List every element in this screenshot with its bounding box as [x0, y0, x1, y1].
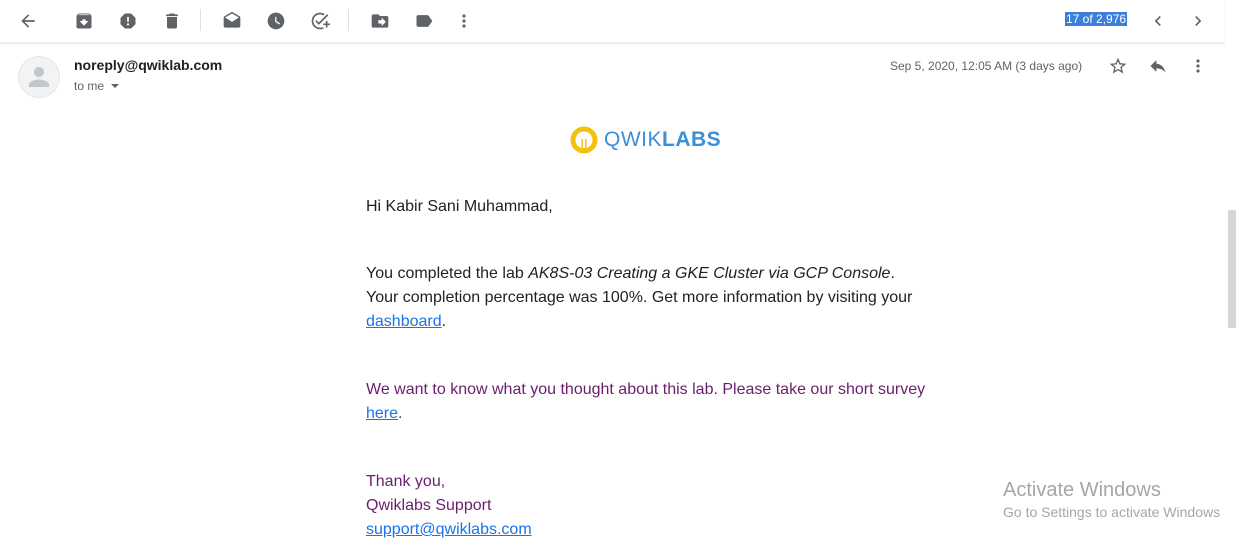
logo-text-bold: LABS [662, 128, 722, 151]
more-vert-icon [1196, 59, 1200, 73]
dashboard-link[interactable]: dashboard [366, 313, 442, 330]
older-button[interactable] [1180, 3, 1216, 39]
person-icon [29, 67, 49, 87]
add-to-tasks-button[interactable] [302, 3, 338, 39]
toolbar-divider [348, 9, 349, 31]
report-spam-button[interactable] [110, 3, 146, 39]
recipient-details-toggle[interactable]: to me [74, 79, 120, 93]
newer-button[interactable] [1140, 3, 1176, 39]
survey-link[interactable]: here [366, 405, 398, 422]
labels-button[interactable] [406, 3, 442, 39]
reply-icon [1150, 60, 1166, 73]
chevron-left-icon [1154, 16, 1161, 26]
signoff: Thank you, Qwiklabs Support support@qwik… [366, 470, 926, 542]
caret-down-icon [111, 84, 120, 88]
vertical-scrollbar[interactable] [1228, 210, 1236, 328]
message-toolbar: 17 of 2,976 [0, 0, 1224, 43]
lab-name: AK8S-03 Creating a GKE Cluster via GCP C… [528, 265, 891, 282]
pager-count: 17 of 2,976 [1065, 12, 1128, 26]
team-name: Qwiklabs Support [366, 497, 492, 514]
archive-icon [76, 13, 92, 29]
completion-text-start: You completed the lab [366, 265, 529, 282]
message-more-button[interactable] [1182, 50, 1214, 82]
toolbar-divider [200, 9, 201, 31]
qwiklabs-logo-text: QWIKLABS [604, 128, 721, 152]
star-outline-icon [1109, 57, 1127, 74]
report-spam-icon [120, 13, 136, 29]
sender-address[interactable]: noreply@qwiklab.com [74, 57, 222, 73]
archive-button[interactable] [66, 3, 102, 39]
completion-text-end: . [441, 313, 447, 330]
snooze-button[interactable] [258, 3, 294, 39]
message-date: Sep 5, 2020, 12:05 AM (3 days ago) [890, 59, 1083, 73]
support-email-link[interactable]: support@qwiklabs.com [366, 521, 532, 538]
thanks-line: Thank you, [366, 473, 446, 490]
label-icon [416, 15, 433, 27]
greeting: Hi Kabir Sani Muhammad, [366, 198, 553, 215]
more-options-button[interactable] [446, 3, 482, 39]
star-button[interactable] [1102, 50, 1134, 82]
more-vert-icon [462, 14, 466, 28]
add-to-tasks-icon [311, 12, 330, 30]
recipient-label: to me [74, 79, 105, 93]
activate-windows-title: Activate Windows [1003, 479, 1161, 501]
activate-windows-subtitle: Go to Settings to activate Windows [1003, 504, 1221, 520]
qwiklabs-logo-icon [570, 126, 598, 154]
completion-paragraph: You completed the lab AK8S-03 Creating a… [366, 262, 926, 334]
mark-unread-button[interactable] [214, 3, 250, 39]
back-arrow-icon [21, 14, 35, 28]
survey-text-end: . [398, 405, 403, 422]
reply-button[interactable] [1142, 50, 1174, 82]
snooze-icon [267, 12, 285, 30]
back-button[interactable] [10, 3, 46, 39]
chevron-right-icon [1195, 16, 1202, 26]
survey-text: We want to know what you thought about t… [366, 381, 926, 398]
move-to-button[interactable] [362, 3, 398, 39]
qwiklabs-logo: QWIKLABS [570, 126, 721, 154]
delete-button[interactable] [154, 3, 190, 39]
avatar[interactable] [18, 56, 60, 98]
survey-paragraph: We want to know what you thought about t… [366, 378, 926, 426]
logo-text-light: QWIK [604, 128, 662, 151]
move-to-icon [371, 14, 389, 28]
mark-unread-icon [223, 11, 241, 28]
delete-icon [166, 13, 178, 29]
